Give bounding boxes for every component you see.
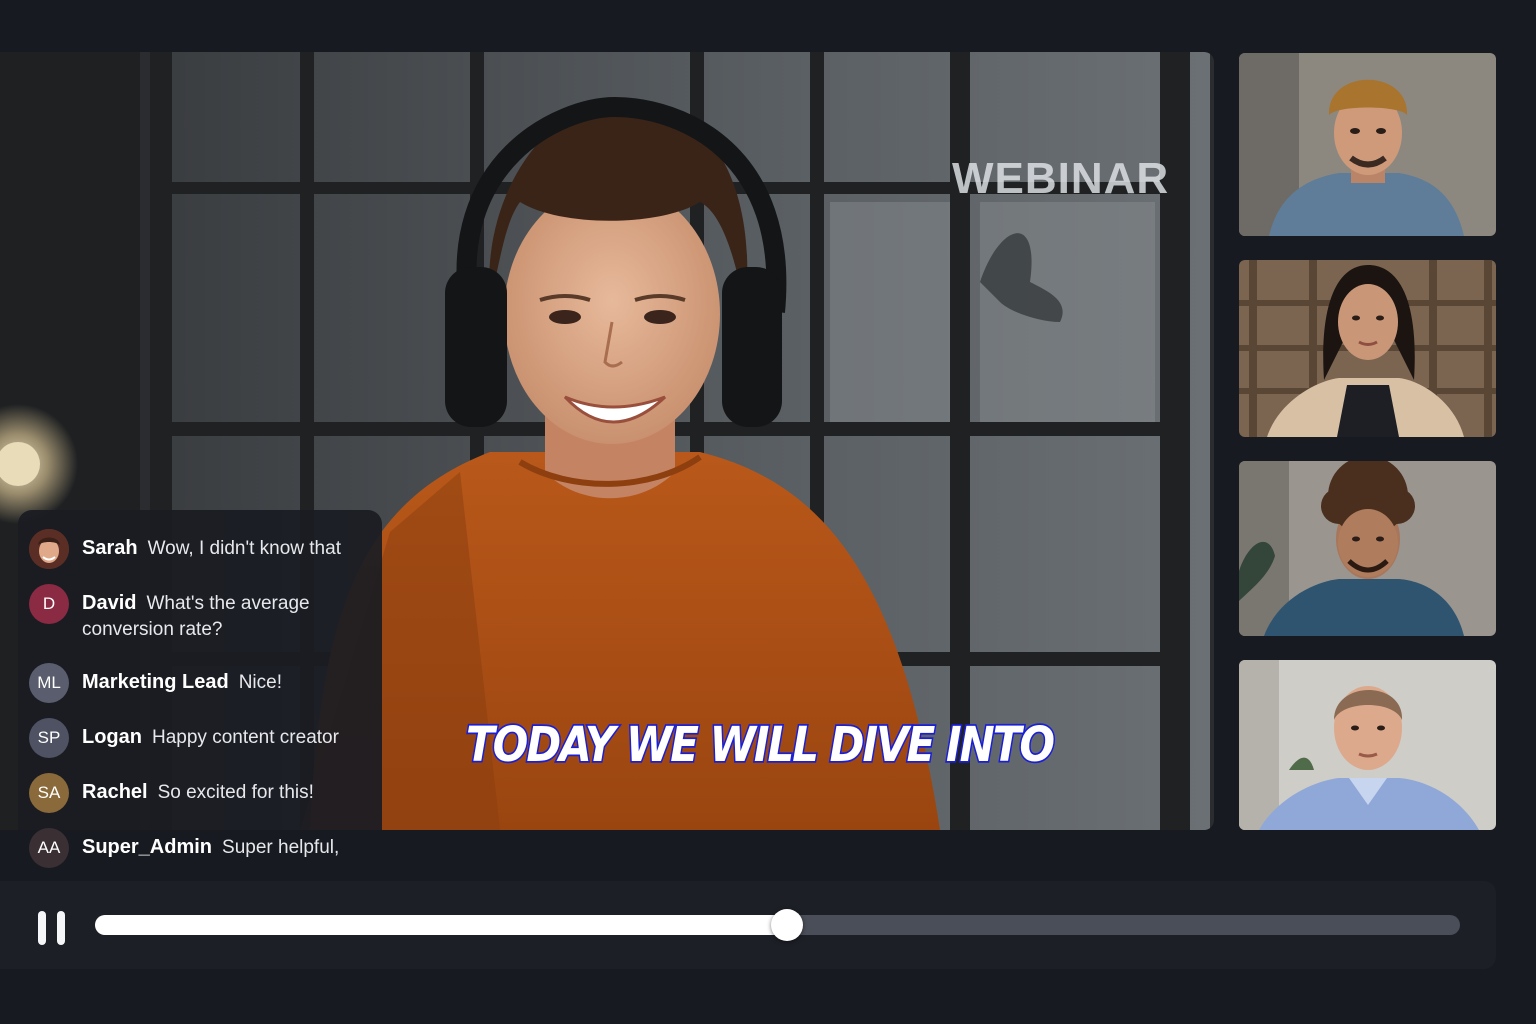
- progress-track[interactable]: [95, 909, 1460, 941]
- chat-message: Sarah Wow, I didn't know that: [29, 529, 369, 569]
- chat-text: Nice!: [238, 672, 282, 693]
- webinar-app: WEBINAR TODAY WE WILL DIVE INTO Sarah Wow…: [0, 0, 1536, 1024]
- avatar: ML: [29, 663, 69, 703]
- chat-message: SA Rachel So excited for this!: [29, 773, 369, 813]
- playback-controls: [0, 881, 1496, 969]
- chat-message-body: Rachel So excited for this!: [82, 779, 314, 806]
- avatar: D: [29, 584, 69, 624]
- avatar: SA: [29, 773, 69, 813]
- participant-video: [1239, 53, 1496, 236]
- chat-username: Marketing Lead: [82, 671, 229, 693]
- chat-text: So excited for this!: [157, 782, 314, 803]
- chat-username: David: [82, 592, 137, 614]
- chat-message-body: Marketing Lead Nice!: [82, 669, 282, 696]
- pause-button[interactable]: [30, 903, 74, 947]
- chat-message-body: Super_Admin Super helpful,: [82, 834, 339, 861]
- chat-message-body: David What's the average conversion rate?: [82, 590, 369, 643]
- participant-video: [1239, 260, 1496, 437]
- chat-username: Rachel: [82, 781, 148, 803]
- avatar: [29, 529, 69, 569]
- progress-fill: [95, 915, 788, 935]
- chat-message: D David What's the average conversion rat…: [29, 584, 369, 643]
- participant-video: [1239, 461, 1496, 636]
- chat-text: Wow, I didn't know that: [147, 538, 341, 559]
- participant-tile-3[interactable]: [1239, 461, 1496, 636]
- webinar-watermark: WEBINAR: [952, 154, 1170, 203]
- chat-text: Super helpful,: [222, 837, 340, 858]
- user-photo-icon: [29, 529, 69, 569]
- avatar: AA: [29, 828, 69, 868]
- chat-message-body: Logan Happy content creator: [82, 724, 339, 751]
- chat-username: Sarah: [82, 537, 138, 559]
- participant-tile-4[interactable]: [1239, 660, 1496, 830]
- participant-tile-2[interactable]: [1239, 260, 1496, 437]
- chat-text: Happy content creator: [152, 727, 339, 748]
- participant-tile-1[interactable]: [1239, 53, 1496, 236]
- chat-message: ML Marketing Lead Nice!: [29, 663, 369, 703]
- chat-message: SP Logan Happy content creator: [29, 718, 369, 758]
- chat-username: Super_Admin: [82, 836, 213, 858]
- avatar: SP: [29, 718, 69, 758]
- progress-thumb[interactable]: [771, 909, 804, 941]
- live-caption: TODAY WE WILL DIVE INTO: [465, 715, 1057, 775]
- chat-username: Logan: [82, 726, 142, 748]
- chat-message-body: Sarah Wow, I didn't know that: [82, 535, 341, 562]
- participant-video: [1239, 660, 1496, 830]
- chat-message: AA Super_Admin Super helpful,: [29, 828, 369, 868]
